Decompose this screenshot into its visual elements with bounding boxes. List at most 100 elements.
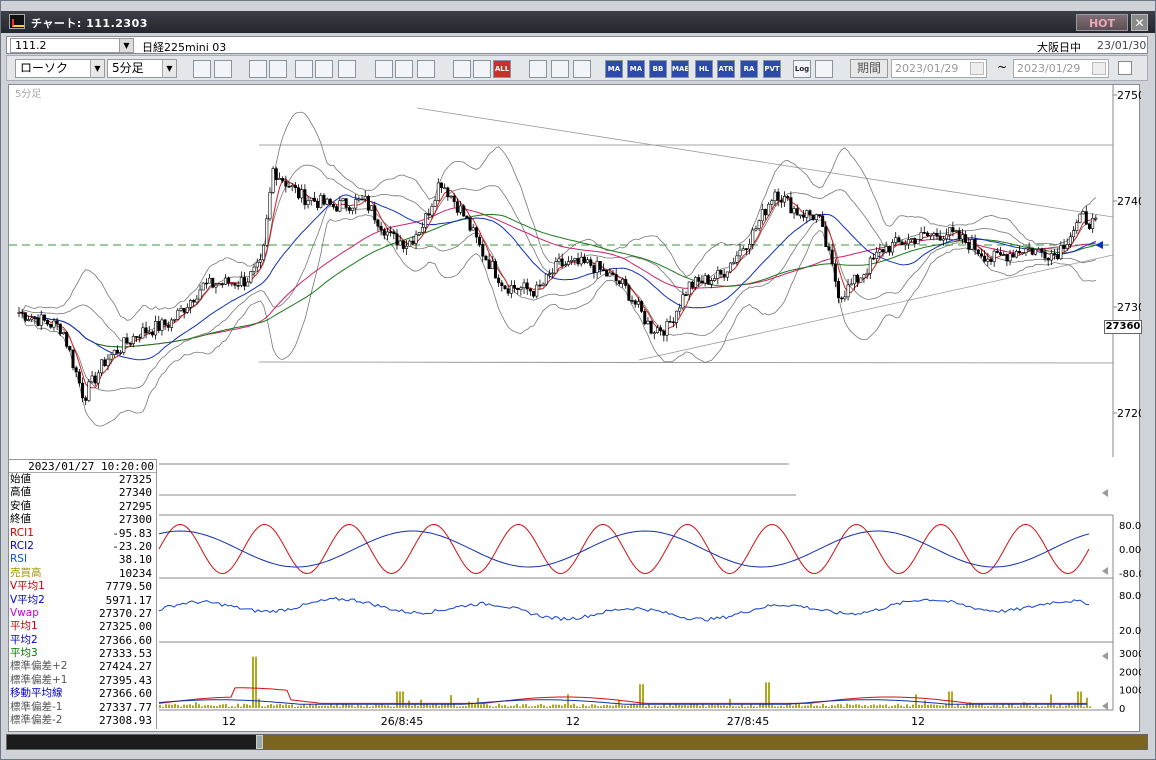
candle-body bbox=[128, 342, 132, 345]
toolbar-gear-button[interactable] bbox=[529, 60, 547, 78]
volume-bar bbox=[825, 705, 827, 708]
toolbar-mae-button[interactable]: MAE bbox=[671, 60, 689, 78]
toolbar-pen-button[interactable] bbox=[551, 60, 569, 78]
candle-body bbox=[945, 234, 949, 240]
volume-bar bbox=[468, 701, 470, 708]
candle-body bbox=[417, 232, 421, 236]
period-button[interactable]: 期間 bbox=[850, 59, 888, 78]
info-value: 27340 bbox=[118, 486, 152, 500]
volume-bar bbox=[861, 706, 863, 708]
toolbar-ra-ra-button[interactable]: RA RA bbox=[740, 60, 758, 78]
toolbar: ローソク▼ 5分足▼ ALLMAMABBMAEHLATRRA RAPVTLog … bbox=[6, 55, 1148, 81]
volume-bar bbox=[210, 705, 212, 708]
volume-bar bbox=[744, 706, 746, 708]
navigator-thumb[interactable] bbox=[256, 735, 263, 749]
volume-bar bbox=[927, 704, 929, 708]
toolbar-ma-button[interactable]: MA bbox=[627, 60, 645, 78]
toolbar-pvt-button[interactable]: PVT bbox=[763, 60, 781, 78]
toolbar-fib2-button[interactable] bbox=[473, 60, 491, 78]
toolbar-pointer-button[interactable] bbox=[417, 60, 435, 78]
volume-bar bbox=[243, 703, 245, 708]
chart-area[interactable]: 27500 27400 27300 27200 5分足 80.00 0.00 -80.00 80… bbox=[8, 84, 1142, 733]
toolbar-search-button[interactable] bbox=[269, 60, 287, 78]
range-checkbox[interactable] bbox=[1118, 61, 1132, 75]
info-row: 始値 27325 bbox=[9, 473, 156, 486]
toolbar-exit-button[interactable] bbox=[815, 60, 833, 78]
info-value: 27300 bbox=[118, 513, 152, 527]
volume-bar bbox=[507, 706, 509, 708]
candle-body bbox=[1021, 252, 1025, 255]
toolbar-cursor-button[interactable] bbox=[214, 60, 232, 78]
candle-body bbox=[827, 246, 831, 251]
volume-bar bbox=[663, 704, 665, 708]
volume-bar bbox=[381, 704, 383, 708]
candle-body bbox=[395, 233, 399, 246]
chevron-down-icon[interactable]: ▼ bbox=[119, 39, 133, 52]
toolbar-ma-button[interactable]: MA bbox=[605, 60, 623, 78]
volume-bar bbox=[621, 705, 623, 708]
toolbar-ruler-button[interactable] bbox=[249, 60, 267, 78]
x-axis-label: 12 bbox=[222, 715, 236, 728]
volume-bar bbox=[930, 704, 932, 708]
toolbar-palette-button[interactable] bbox=[573, 60, 591, 78]
date-from-field[interactable]: 2023/01/29 bbox=[891, 59, 987, 78]
chart-canvas[interactable]: 27500 27400 27300 27200 5分足 80.00 0.00 -80.00 80… bbox=[9, 85, 1141, 733]
candle-body bbox=[541, 283, 545, 286]
toolbar-fib-button[interactable] bbox=[453, 60, 471, 78]
volume-bar bbox=[1050, 694, 1052, 708]
candle-body bbox=[389, 231, 393, 234]
interval-select[interactable]: 5分足 ▼ bbox=[107, 59, 177, 78]
chevron-down-icon[interactable]: ▼ bbox=[90, 60, 104, 77]
toolbar-line-button[interactable] bbox=[375, 60, 393, 78]
chart-type-value: ローソク bbox=[20, 61, 69, 75]
date-to-field[interactable]: 2023/01/29 bbox=[1013, 59, 1109, 78]
candle-body bbox=[878, 249, 882, 253]
calendar-icon[interactable] bbox=[1092, 62, 1106, 75]
volume-bar bbox=[459, 706, 461, 708]
volume-bar bbox=[216, 706, 218, 708]
toolbar-hl-button[interactable]: HL bbox=[695, 60, 713, 78]
toolbar-zoom-button[interactable] bbox=[193, 60, 211, 78]
volume-bar bbox=[291, 704, 293, 708]
navigator-range[interactable] bbox=[263, 735, 1147, 749]
volume-bar bbox=[315, 704, 317, 708]
toolbar-atr-button[interactable]: ATR bbox=[717, 60, 735, 78]
volume-bar bbox=[1071, 705, 1073, 708]
toolbar-bars-button[interactable] bbox=[295, 60, 313, 78]
candle-body bbox=[729, 262, 733, 273]
candle-body bbox=[271, 168, 275, 193]
toolbar-bb-button[interactable]: BB bbox=[649, 60, 667, 78]
candle-body bbox=[325, 198, 329, 205]
volume-bar bbox=[165, 704, 167, 708]
date-to-value: 2023/01/29 bbox=[1017, 62, 1081, 75]
toolbar-compare-button[interactable] bbox=[315, 60, 333, 78]
candle-body bbox=[1018, 250, 1022, 254]
info-value: 27424.27 bbox=[99, 660, 152, 674]
volume-bar bbox=[906, 704, 908, 708]
volume-bar bbox=[384, 705, 386, 708]
toolbar-all-button[interactable]: ALL bbox=[493, 60, 511, 78]
candle-body bbox=[493, 261, 497, 279]
toolbar-info-button[interactable] bbox=[338, 60, 356, 78]
navigator-scrollbar[interactable] bbox=[6, 734, 1148, 750]
chart-type-select[interactable]: ローソク ▼ bbox=[15, 59, 105, 78]
calendar-icon[interactable] bbox=[970, 62, 984, 75]
symbol-code-select[interactable]: 111.2 ▼ bbox=[10, 38, 134, 53]
chevron-down-icon[interactable]: ▼ bbox=[162, 60, 176, 77]
toolbar-arrow-button[interactable] bbox=[395, 60, 413, 78]
info-row: 標準偏差-2 27308.93 bbox=[9, 714, 156, 727]
volume-bar bbox=[312, 705, 314, 708]
info-label: 高値 bbox=[10, 486, 31, 499]
hot-button[interactable]: HOT bbox=[1076, 14, 1128, 31]
volume-bar bbox=[1017, 706, 1019, 708]
close-button[interactable]: ✕ bbox=[1131, 14, 1148, 31]
candle-body bbox=[319, 194, 323, 208]
volume-bar bbox=[396, 691, 398, 708]
candle-body bbox=[922, 232, 926, 234]
volume-bar bbox=[279, 704, 281, 708]
title-bar[interactable]: チャート: 111.2303 HOT ✕ bbox=[1, 11, 1155, 33]
candle-body bbox=[173, 318, 177, 321]
toolbar-log-button[interactable]: Log bbox=[793, 60, 811, 78]
volume-bar bbox=[369, 706, 371, 708]
candle-body bbox=[875, 251, 879, 259]
